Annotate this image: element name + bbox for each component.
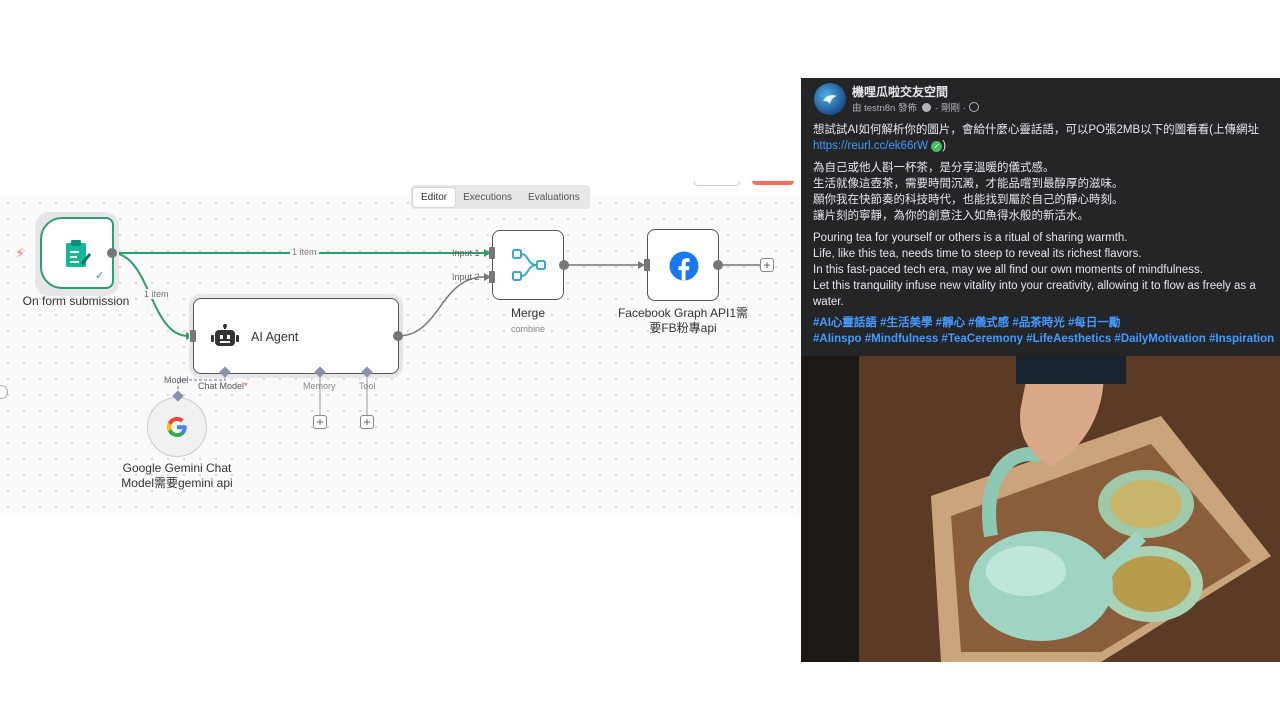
en-paragraph: Pouring tea for yourself or others is a … [813, 230, 1280, 310]
merge-input2-label: Input 2 [452, 272, 480, 282]
en-line: Let this tranquility infuse new vitality… [813, 280, 1256, 292]
trigger-label: On form submission [22, 294, 130, 308]
merge-label: Merge [510, 306, 545, 320]
facebook-input-port[interactable] [644, 259, 650, 271]
google-g-icon [166, 416, 187, 438]
merge-icon [512, 249, 546, 281]
edge-label-trigger-merge: 1 item [290, 247, 319, 257]
success-check-icon: ✓ [95, 270, 105, 282]
cup-front-tea [1111, 556, 1191, 612]
zh-line: 為自己或他人斟一杯茶，是分享溫暖的儀式感。 [813, 162, 1055, 174]
post-author: 由 testn8n 發佈 [852, 103, 917, 114]
trigger-output-port[interactable] [107, 248, 117, 258]
page-avatar[interactable] [814, 83, 846, 115]
en-line: Life, like this tea, needs time to steep… [813, 248, 1142, 260]
cup-back-tea [1110, 480, 1182, 528]
merge-node[interactable] [492, 230, 564, 300]
gemini-label-line2: Model需要gemini api [121, 476, 233, 490]
tab-evaluations[interactable]: Evaluations [520, 188, 588, 207]
gemini-label-line1: Google Gemini Chat [122, 461, 232, 475]
gemini-node[interactable] [147, 397, 207, 457]
agent-label: AI Agent [251, 330, 299, 344]
merge-output-port[interactable] [559, 260, 569, 270]
facebook-label-line2: 要FB粉專api [649, 321, 717, 335]
merge-input1-port[interactable] [489, 247, 495, 259]
edge-agent-to-merge [397, 276, 485, 337]
post-body: 想試試AI如何解析你的圖片，會給什麼心靈話語，可以PO張2MB以下的圖看看(上傳… [813, 122, 1280, 347]
meta-dot-2: · [962, 103, 966, 114]
en-line: In this fast-paced tech era, may we all … [813, 264, 1203, 276]
zh-line: 讓片刻的寧靜，為你的創意注入如魚得水般的新活水。 [813, 210, 1089, 222]
agent-input-port[interactable] [190, 330, 196, 342]
tool-port-label: Tool [359, 381, 376, 391]
verified-check-icon: ✓ [931, 141, 943, 152]
form-icon [66, 240, 91, 267]
avatar-bird-icon [823, 95, 837, 104]
facebook-icon [669, 251, 699, 281]
post-intro: 想試試AI如何解析你的圖片，會給什麼心靈話語，可以PO張2MB以下的圖看看(上傳… [813, 122, 1280, 154]
page-name[interactable]: 機哩瓜啦交友空間 [852, 83, 948, 100]
trigger-bolt-icon: ⚡ [15, 245, 25, 261]
intro-text: 想試試AI如何解析你的圖片，會給什麼心靈話語，可以PO張2MB以下的圖看看(上傳… [813, 124, 1259, 136]
facebook-label: Facebook Graph API1需 要FB粉專api [603, 306, 763, 336]
required-mark: * [244, 381, 248, 391]
tab-editor[interactable]: Editor [413, 187, 456, 207]
agent-output-port[interactable] [393, 331, 403, 341]
meta-dot: · [935, 103, 939, 114]
model-port-label: Model [164, 375, 189, 385]
intro-close: ) [942, 140, 947, 152]
zh-line: 願你我在快節奏的科技時代，也能找到屬於自己的靜心時刻。 [813, 194, 1124, 206]
edge-label-trigger-agent: 1 item [142, 289, 171, 299]
post-meta: 由 testn8n 發佈 · 剛剛 · [852, 100, 979, 114]
image-left-shadow [801, 356, 859, 662]
add-next-node-button[interactable]: + [760, 258, 774, 272]
hashtags: #AI心靈話語 #生活美學 #靜心 #儀式感 #品茶時光 #每日一勵 #AIin… [813, 315, 1280, 347]
hashtags-zh[interactable]: #AI心靈話語 #生活美學 #靜心 #儀式感 #品茶時光 #每日一勵 [813, 315, 1280, 331]
post-image-tea[interactable] [801, 356, 1280, 662]
en-line: Pouring tea for yourself or others is a … [813, 232, 1128, 244]
editor-tab-bar: Editor Executions Evaluations [411, 185, 590, 209]
tab-executions[interactable]: Executions [455, 188, 520, 207]
teapot-highlight [986, 546, 1066, 596]
add-tool-button[interactable]: + [360, 415, 374, 429]
zh-line: 生活就像這壺茶，需要時間沉澱，才能品嚐到最醇厚的滋味。 [813, 178, 1124, 190]
chat-model-port-label: Chat Model* [198, 381, 248, 391]
facebook-post-panel: 機哩瓜啦交友空間 由 testn8n 發佈 · 剛剛 · 想試試AI如何解析你的… [801, 78, 1280, 662]
robot-icon [211, 324, 239, 346]
form-trigger-node[interactable]: ✓ [40, 217, 114, 289]
facebook-label-line1: Facebook Graph API1需 [617, 306, 749, 320]
info-icon [921, 103, 931, 112]
merge-sublabel: combine [510, 324, 546, 334]
gemini-label: Google Gemini Chat Model需要gemini api [97, 461, 257, 491]
add-memory-button[interactable]: + [313, 415, 327, 429]
en-line: water. [813, 296, 844, 308]
merge-input2-port[interactable] [489, 271, 495, 283]
upload-link[interactable]: https://reurl.cc/ek66rW [813, 140, 928, 152]
merge-input1-label: Input 1 [452, 248, 480, 258]
facebook-output-port[interactable] [713, 260, 723, 270]
facebook-graph-node[interactable] [647, 229, 719, 301]
zh-paragraph: 為自己或他人斟一杯茶，是分享溫暖的儀式感。 生活就像這壺茶，需要時間沉澱，才能品… [813, 160, 1280, 224]
ai-agent-node[interactable]: AI Agent [193, 298, 399, 374]
hashtags-en[interactable]: #AIinspo #Mindfulness #TeaCeremony #Life… [813, 331, 1280, 347]
globe-icon [968, 102, 979, 112]
sleeve [1016, 356, 1126, 384]
post-time[interactable]: 剛剛 [941, 103, 960, 114]
memory-port-label: Memory [303, 381, 336, 391]
chat-model-text: Chat Model [198, 381, 245, 391]
